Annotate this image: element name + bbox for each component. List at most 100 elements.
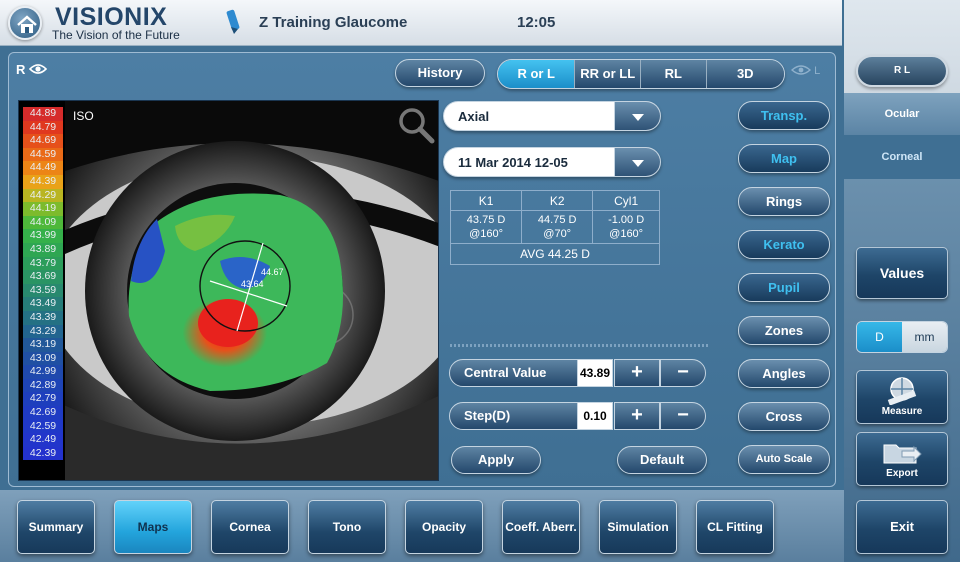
scale-value: 43.79 <box>23 256 63 271</box>
step-label: Step(D) <box>449 402 579 430</box>
scale-value: 43.29 <box>23 324 63 339</box>
scale-value: 43.59 <box>23 283 63 298</box>
scale-value: 44.59 <box>23 147 63 162</box>
chevron-down-icon[interactable] <box>614 148 660 176</box>
divider <box>450 344 708 347</box>
k2-value: 44.75 D @70° <box>521 210 594 244</box>
scale-value: 42.39 <box>23 446 63 461</box>
mode-3d[interactable]: 3D <box>706 60 784 88</box>
tab-coeff-aberr[interactable]: Coeff. Aberr. <box>502 500 580 554</box>
k1-value: 43.75 D @160° <box>449 210 523 244</box>
scale-value: 43.49 <box>23 297 63 311</box>
keratometry-table: K1 K2 Cyl1 43.75 D @160° 44.75 D @70° -1… <box>449 190 660 265</box>
unit-diopter-option[interactable]: D <box>857 322 902 352</box>
tool-cross-button[interactable]: Cross <box>738 402 830 431</box>
tab-maps[interactable]: Maps <box>114 500 192 554</box>
export-label: Export <box>886 468 918 479</box>
exam-date-select[interactable]: 11 Mar 2014 12-05 <box>443 147 661 177</box>
scale-value: 42.89 <box>23 378 63 393</box>
ocular-tab[interactable]: Ocular <box>844 93 960 135</box>
values-button[interactable]: Values <box>856 247 948 299</box>
central-value-increment-button[interactable]: + <box>614 359 660 387</box>
tool-map-button[interactable]: Map <box>738 144 830 173</box>
brand-tagline: The Vision of the Future <box>52 28 180 42</box>
scale-value: 42.79 <box>23 392 63 407</box>
table-row: 43.75 D @160° 44.75 D @70° -1.00 D @160° <box>449 210 660 244</box>
eye-side-indicator: R <box>16 62 48 77</box>
chevron-down-icon[interactable] <box>614 102 660 130</box>
iso-label: ISO <box>73 109 94 123</box>
tab-tono[interactable]: Tono <box>308 500 386 554</box>
mode-rl[interactable]: RL <box>641 60 707 88</box>
eye-mode-selector[interactable]: R or L RR or LL RL 3D <box>497 59 785 89</box>
mode-rr-or-ll[interactable]: RR or LL <box>575 60 641 88</box>
scale-value: 44.49 <box>23 161 63 175</box>
eye-icon <box>28 64 48 74</box>
tool-kerato-button[interactable]: Kerato <box>738 230 830 259</box>
map-value-center: 43.64 <box>241 279 264 289</box>
export-button[interactable]: Export <box>856 432 948 486</box>
scale-value: 42.59 <box>23 419 63 434</box>
table-row: AVG 44.25 D <box>450 243 660 265</box>
scale-value: 42.49 <box>23 433 63 447</box>
eye-disabled-icon <box>790 65 812 75</box>
unit-toggle[interactable]: D mm <box>856 321 948 353</box>
scale-value: 44.79 <box>23 120 63 135</box>
zoom-icon[interactable] <box>396 105 436 145</box>
map-type-select[interactable]: Axial <box>443 101 661 131</box>
home-button[interactable] <box>8 6 42 40</box>
export-folder-icon <box>883 444 922 464</box>
step-increment-button[interactable]: + <box>614 402 660 430</box>
eye-toggle-button[interactable]: R L <box>856 55 948 87</box>
scale-value: 43.99 <box>23 229 63 243</box>
tab-cl-fitting[interactable]: CL Fitting <box>696 500 774 554</box>
scale-value: 44.89 <box>23 107 63 121</box>
scale-value: 43.39 <box>23 310 63 325</box>
scale-value: 43.69 <box>23 270 63 284</box>
scale-value: 42.69 <box>23 406 63 420</box>
k1-header: K1 <box>449 190 523 211</box>
corneal-tab[interactable]: Corneal <box>844 135 960 179</box>
header: VISIONIX The Vision of the Future Z Trai… <box>0 0 842 46</box>
edit-patient-icon[interactable] <box>224 8 242 40</box>
default-button[interactable]: Default <box>617 446 707 474</box>
central-value-label: Central Value <box>449 359 579 387</box>
tool-auto-scale-button[interactable]: Auto Scale <box>738 445 830 474</box>
tab-summary[interactable]: Summary <box>17 500 95 554</box>
color-scale: 44.89 44.79 44.69 44.59 44.49 44.39 44.29 44.19… <box>23 107 63 461</box>
measure-label: Measure <box>881 406 923 417</box>
eye-side-label: R <box>16 62 26 77</box>
step-decrement-button[interactable]: − <box>660 402 706 430</box>
map-type-value: Axial <box>458 109 490 124</box>
tool-transp-button[interactable]: Transp. <box>738 101 830 130</box>
apply-button[interactable]: Apply <box>451 446 541 474</box>
home-icon <box>17 15 37 33</box>
tab-simulation[interactable]: Simulation <box>599 500 677 554</box>
tool-angles-button[interactable]: Angles <box>738 359 830 388</box>
tool-rings-button[interactable]: Rings <box>738 187 830 216</box>
scale-value: 43.09 <box>23 351 63 366</box>
k2-header: K2 <box>521 190 594 211</box>
measure-button[interactable]: Measure <box>856 370 948 424</box>
scale-value: 44.69 <box>23 134 63 148</box>
eye-image: 43.64 44.67 <box>65 101 438 480</box>
step-field[interactable]: 0.10 <box>577 402 613 430</box>
map-value-axis: 44.67 <box>261 267 284 277</box>
central-value-decrement-button[interactable]: − <box>660 359 706 387</box>
tab-cornea[interactable]: Cornea <box>211 500 289 554</box>
tab-opacity[interactable]: Opacity <box>405 500 483 554</box>
exam-date-value: 11 Mar 2014 12-05 <box>458 155 568 170</box>
mode-r-or-l[interactable]: R or L <box>498 60 576 88</box>
exit-button[interactable]: Exit <box>856 500 948 554</box>
tool-zones-button[interactable]: Zones <box>738 316 830 345</box>
history-button[interactable]: History <box>395 59 485 87</box>
tool-pupil-button[interactable]: Pupil <box>738 273 830 302</box>
cyl1-value: -1.00 D @160° <box>592 210 660 244</box>
topography-map[interactable]: 43.64 44.67 44.89 44.79 44.69 44.59 44.49 44.… <box>18 100 439 481</box>
unit-mm-option[interactable]: mm <box>902 322 947 352</box>
measure-icon <box>887 377 917 406</box>
scale-value: 44.39 <box>23 174 63 189</box>
central-value-field[interactable]: 43.89 <box>577 359 613 387</box>
table-header-row: K1 K2 Cyl1 <box>449 190 660 211</box>
scale-value: 44.09 <box>23 215 63 230</box>
